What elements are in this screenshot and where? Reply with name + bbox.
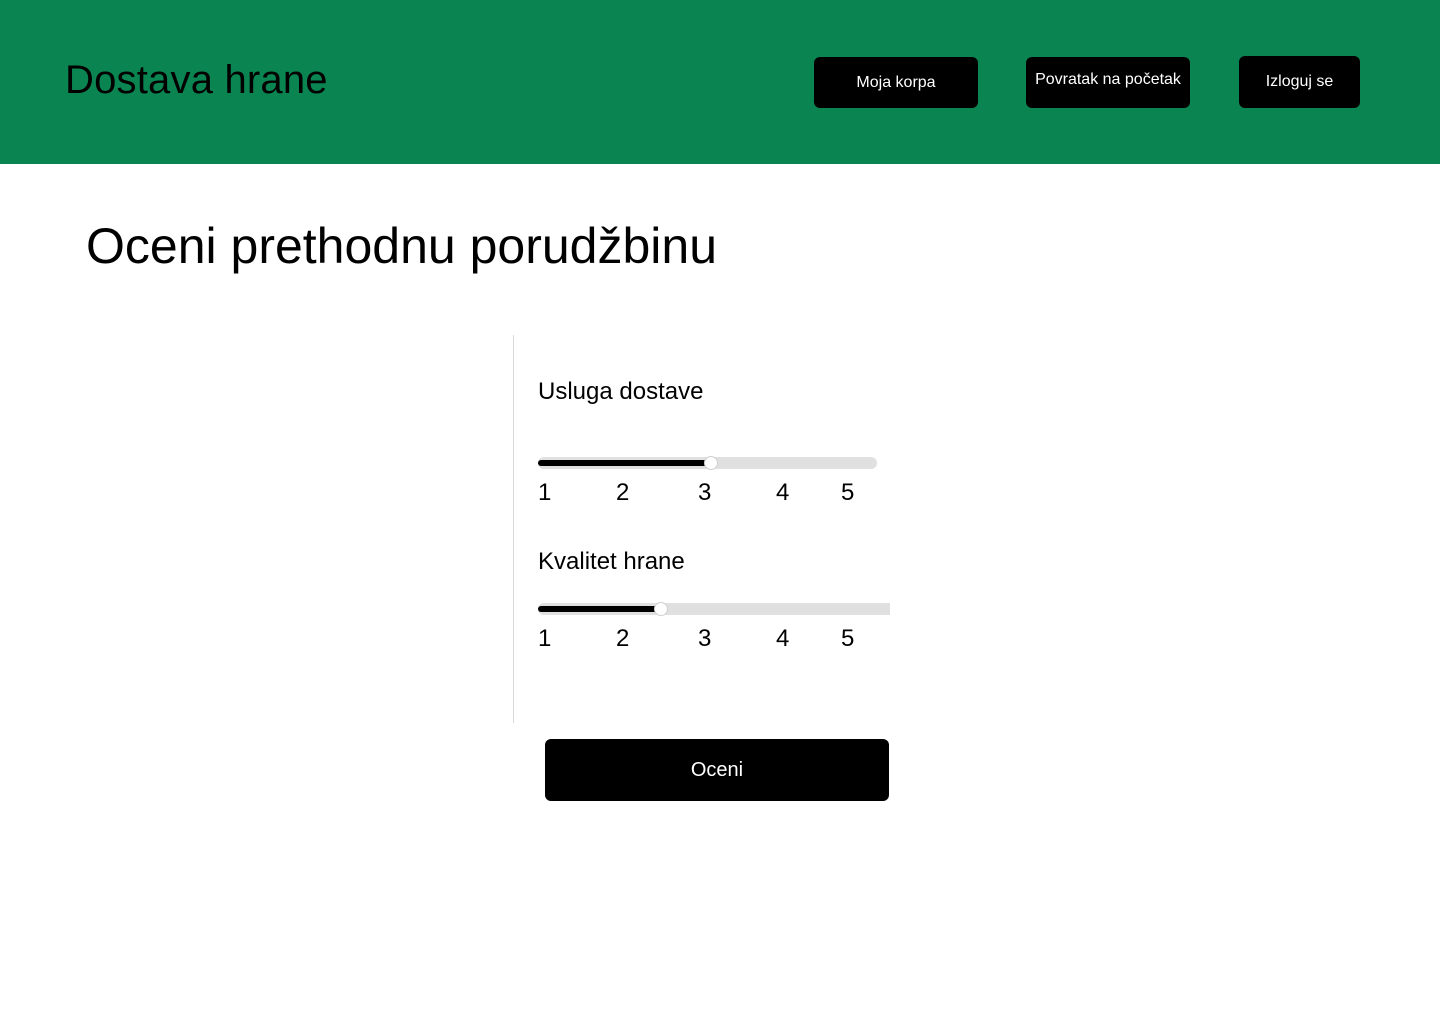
app-title: Dostava hrane: [65, 58, 328, 102]
rating-form: Usluga dostave 1 2 3 4 5 Kvalitet hrane …: [513, 335, 894, 723]
scale-tick-5: 5: [841, 625, 855, 652]
scale-tick-2: 2: [616, 479, 630, 506]
scale-tick-5: 5: [841, 479, 855, 506]
scale-tick-2: 2: [616, 625, 630, 652]
app-header: Dostava hrane Moja korpa Povratak na poč…: [0, 0, 1440, 164]
my-cart-button[interactable]: Moja korpa: [814, 57, 978, 108]
food-quality-label: Kvalitet hrane: [538, 548, 685, 575]
food-quality-slider[interactable]: [538, 602, 890, 616]
slider-fill: [538, 460, 711, 466]
back-to-home-button[interactable]: Povratak na početak: [1026, 57, 1190, 108]
page-title: Oceni prethodnu porudžbinu: [86, 218, 718, 274]
delivery-service-label: Usluga dostave: [538, 378, 704, 405]
delivery-service-slider[interactable]: [538, 456, 877, 470]
slider-fill: [538, 606, 662, 612]
food-quality-scale: 1 2 3 4 5: [538, 624, 868, 654]
slider-thumb[interactable]: [654, 602, 669, 616]
scale-tick-4: 4: [776, 479, 790, 506]
slider-thumb[interactable]: [704, 456, 718, 470]
scale-tick-4: 4: [776, 625, 790, 652]
scale-tick-3: 3: [698, 625, 712, 652]
submit-rating-button[interactable]: Oceni: [545, 739, 889, 801]
delivery-service-scale: 1 2 3 4 5: [538, 478, 868, 508]
scale-tick-1: 1: [538, 479, 552, 506]
logout-button[interactable]: Izloguj se: [1239, 56, 1360, 108]
scale-tick-1: 1: [538, 625, 552, 652]
scale-tick-3: 3: [698, 479, 712, 506]
